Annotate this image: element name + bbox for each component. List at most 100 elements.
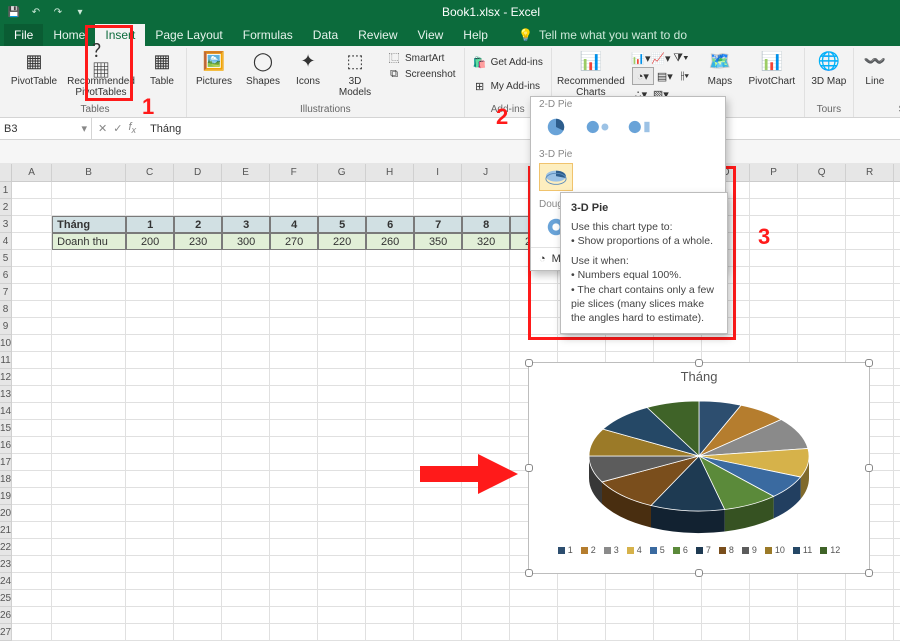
cell[interactable] xyxy=(750,590,798,607)
cell[interactable] xyxy=(846,233,894,250)
cell[interactable] xyxy=(798,607,846,624)
maps-button[interactable]: 🗺️Maps xyxy=(702,50,738,87)
cell[interactable] xyxy=(52,437,126,454)
cell[interactable] xyxy=(126,301,174,318)
cell[interactable] xyxy=(174,522,222,539)
row-header-17[interactable]: 17 xyxy=(0,454,12,471)
cell[interactable] xyxy=(462,624,510,641)
cell[interactable] xyxy=(462,199,510,216)
cell[interactable] xyxy=(702,607,750,624)
cell[interactable] xyxy=(318,386,366,403)
cell[interactable] xyxy=(318,352,366,369)
cell[interactable] xyxy=(126,522,174,539)
row-header-18[interactable]: 18 xyxy=(0,471,12,488)
cell[interactable] xyxy=(414,318,462,335)
cell[interactable] xyxy=(366,403,414,420)
legend-item[interactable]: 6 xyxy=(673,545,688,555)
cell[interactable] xyxy=(462,607,510,624)
cell[interactable] xyxy=(750,182,798,199)
row-header-21[interactable]: 21 xyxy=(0,522,12,539)
cell[interactable] xyxy=(52,369,126,386)
cell[interactable] xyxy=(414,284,462,301)
cell[interactable]: 300 xyxy=(222,233,270,250)
cell[interactable] xyxy=(318,471,366,488)
cell[interactable] xyxy=(846,216,894,233)
cell[interactable] xyxy=(654,624,702,641)
cell[interactable] xyxy=(846,624,894,641)
cell[interactable] xyxy=(174,284,222,301)
cell[interactable] xyxy=(846,267,894,284)
cell[interactable] xyxy=(12,216,52,233)
cell[interactable] xyxy=(366,386,414,403)
tab-view[interactable]: View xyxy=(408,24,454,46)
cell[interactable] xyxy=(894,250,900,267)
cell[interactable] xyxy=(52,607,126,624)
cell[interactable] xyxy=(894,471,900,488)
cell[interactable] xyxy=(894,454,900,471)
legend-item[interactable]: 11 xyxy=(793,545,812,555)
row-header-10[interactable]: 10 xyxy=(0,335,12,352)
cell[interactable] xyxy=(318,505,366,522)
cell[interactable] xyxy=(126,403,174,420)
cell[interactable] xyxy=(414,335,462,352)
line-chart-button[interactable]: 📈▾ xyxy=(652,50,670,66)
cell[interactable] xyxy=(750,335,798,352)
select-all-corner[interactable] xyxy=(0,164,12,182)
cell[interactable] xyxy=(414,522,462,539)
cell[interactable] xyxy=(462,301,510,318)
shapes-button[interactable]: ◯Shapes xyxy=(243,50,283,87)
cell[interactable] xyxy=(462,318,510,335)
cell[interactable] xyxy=(270,624,318,641)
col-header-E[interactable]: E xyxy=(222,164,270,182)
cell[interactable] xyxy=(52,471,126,488)
cell[interactable] xyxy=(222,199,270,216)
cell[interactable] xyxy=(366,522,414,539)
cell[interactable] xyxy=(174,403,222,420)
cell[interactable] xyxy=(750,284,798,301)
row-header-9[interactable]: 9 xyxy=(0,318,12,335)
cell[interactable] xyxy=(462,267,510,284)
cell[interactable] xyxy=(366,573,414,590)
cell[interactable] xyxy=(366,267,414,284)
cell[interactable] xyxy=(894,624,900,641)
cell[interactable] xyxy=(174,199,222,216)
col-header-F[interactable]: F xyxy=(270,164,318,182)
cell[interactable] xyxy=(414,590,462,607)
row-header-8[interactable]: 8 xyxy=(0,301,12,318)
cell[interactable] xyxy=(222,284,270,301)
cell[interactable] xyxy=(318,607,366,624)
cell[interactable] xyxy=(318,267,366,284)
cell[interactable] xyxy=(414,505,462,522)
cell[interactable] xyxy=(462,522,510,539)
cell[interactable] xyxy=(366,624,414,641)
cell[interactable] xyxy=(270,471,318,488)
cell[interactable] xyxy=(414,556,462,573)
cell[interactable] xyxy=(798,233,846,250)
cell[interactable] xyxy=(174,386,222,403)
cell[interactable] xyxy=(318,318,366,335)
cell[interactable] xyxy=(894,403,900,420)
cell[interactable] xyxy=(126,454,174,471)
cell[interactable] xyxy=(414,607,462,624)
row-header-14[interactable]: 14 xyxy=(0,403,12,420)
cell[interactable] xyxy=(270,403,318,420)
cell[interactable] xyxy=(174,624,222,641)
cell[interactable] xyxy=(414,624,462,641)
cell[interactable]: Doanh thu xyxy=(52,233,126,250)
cell[interactable] xyxy=(414,403,462,420)
cell[interactable] xyxy=(894,437,900,454)
cell[interactable] xyxy=(270,199,318,216)
cell[interactable] xyxy=(12,199,52,216)
cell[interactable] xyxy=(558,335,606,352)
cell[interactable] xyxy=(654,335,702,352)
cell[interactable] xyxy=(318,539,366,556)
cell[interactable] xyxy=(318,369,366,386)
formula-bar[interactable]: Tháng xyxy=(142,123,900,135)
cell[interactable] xyxy=(52,250,126,267)
cell[interactable] xyxy=(222,573,270,590)
cell[interactable] xyxy=(174,182,222,199)
cell[interactable] xyxy=(654,590,702,607)
cell[interactable] xyxy=(12,352,52,369)
cell[interactable] xyxy=(270,420,318,437)
redo-icon[interactable]: ↷ xyxy=(50,4,66,20)
